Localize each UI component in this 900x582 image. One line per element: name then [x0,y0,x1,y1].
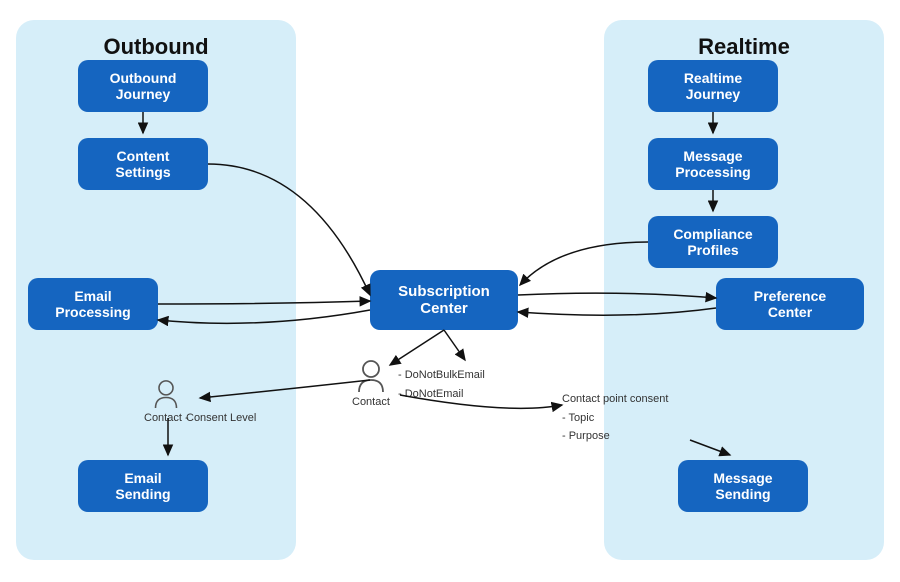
outbound-title: Outbound [16,20,296,60]
realtime-journey-box[interactable]: RealtimeJourney [648,60,778,112]
consent-level-label: Consent Level [186,410,256,427]
email-sending-box[interactable]: EmailSending [78,460,208,512]
compliance-profiles-box[interactable]: ComplianceProfiles [648,216,778,268]
email-processing-box[interactable]: EmailProcessing [28,278,158,330]
outbound-journey-box[interactable]: OutboundJourney [78,60,208,112]
contact-center-label: Contact [352,396,390,408]
realtime-title: Realtime [604,20,884,60]
contact-left-icon: Contact - [144,378,189,424]
diagram-container: Outbound Realtime OutboundJourney Conten… [0,0,900,582]
content-settings-box[interactable]: ContentSettings [78,138,208,190]
donot-flags: - DoNotBulkEmail - DoNotEmail [398,366,485,403]
contact-point-label: Contact point consent - Topic - Purpose [562,390,668,446]
message-processing-box[interactable]: MessageProcessing [648,138,778,190]
contact-center-icon: Contact [352,358,390,408]
contact-left-label: Contact - [144,412,189,424]
message-sending-box[interactable]: MessageSending [678,460,808,512]
subscription-center-box[interactable]: SubscriptionCenter [370,270,518,330]
preference-center-box[interactable]: PreferenceCenter [716,278,864,330]
